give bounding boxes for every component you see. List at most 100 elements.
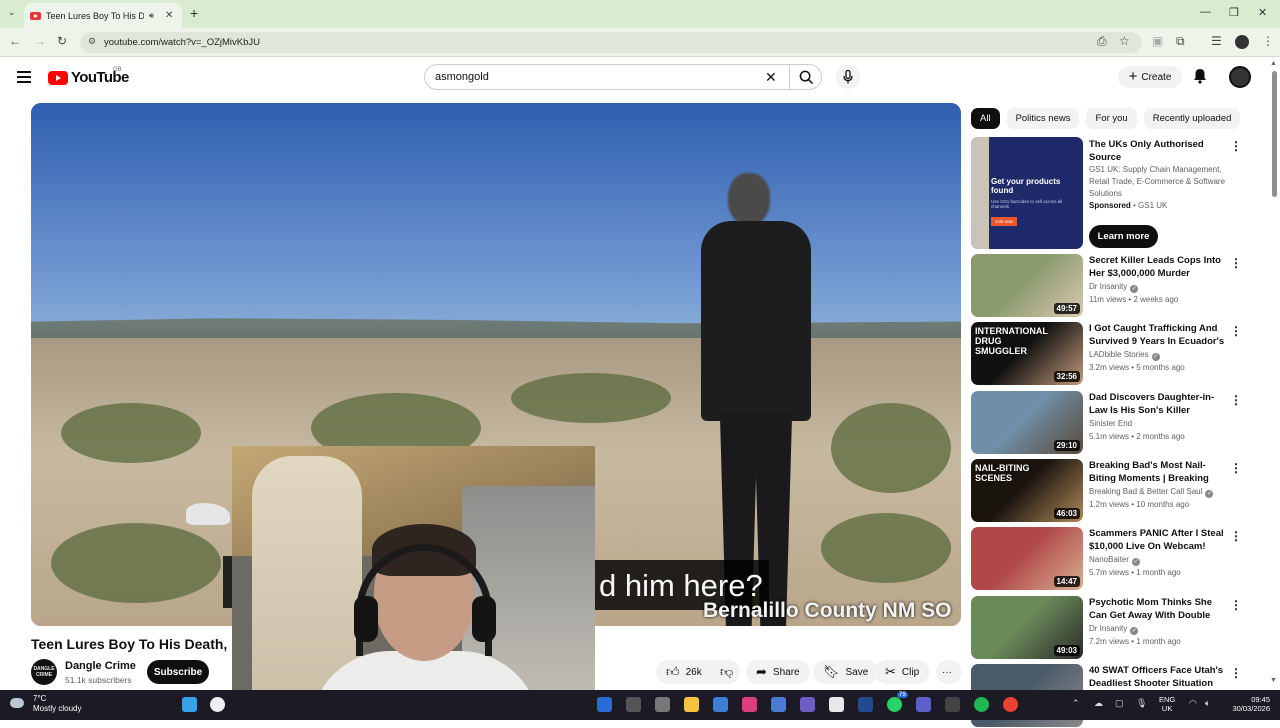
recommendation-item[interactable]: 49:57 Secret Killer Leads Cops Into Her $… [971, 254, 1251, 318]
windows-start-icon[interactable] [182, 697, 197, 712]
url-field[interactable]: ⚙︎ youtube.com/watch?v=_OZjMivKbJU [80, 32, 1142, 53]
cloud-icon[interactable]: ☁ [1094, 698, 1103, 709]
recommendation-title[interactable]: Psychotic Mom Thinks She Can Get Away Wi… [1089, 596, 1227, 622]
tab-search-icon[interactable]: ⌄ [8, 7, 16, 18]
channel-name[interactable]: Dangle Crime [65, 660, 136, 672]
voice-search-button[interactable] [836, 65, 860, 89]
tab-close-icon[interactable]: ✕ [165, 10, 173, 21]
profile-avatar-icon[interactable] [1235, 35, 1249, 49]
app-icon[interactable] [800, 697, 815, 712]
search-input[interactable]: asmongold [435, 71, 489, 83]
recommendation-title[interactable]: Scammers PANIC After I Steal $10,000 Liv… [1089, 527, 1227, 553]
recommendation-title[interactable]: Dad Discovers Daughter-in-Law Is His Son… [1089, 391, 1227, 417]
video-thumbnail[interactable]: 49:03 [971, 596, 1083, 659]
app-icon[interactable] [945, 697, 960, 712]
app-icon[interactable] [597, 697, 612, 712]
create-button[interactable]: + Create [1118, 66, 1182, 88]
tray-app-icon[interactable]: ▢ [1115, 698, 1124, 709]
video-thumbnail[interactable]: 29:10 [971, 391, 1083, 454]
app-icon[interactable] [858, 697, 873, 712]
volume-icon[interactable]: 🔈︎ [1205, 698, 1210, 709]
recommendation-channel[interactable]: Breaking Bad & Better Call Saul ✓ [1089, 487, 1214, 498]
recommendation-channel[interactable]: Sinister End [1089, 419, 1132, 428]
more-options-icon[interactable]: ⋮ [1230, 256, 1242, 270]
search-button[interactable] [789, 65, 823, 89]
youtube-logo[interactable]: YouTube GB [48, 67, 129, 86]
chip-politics-news[interactable]: Politics news [1006, 108, 1080, 129]
speaker-icon[interactable]: 🔊︎ [149, 11, 154, 21]
more-options-icon[interactable]: ⋮ [1230, 324, 1242, 338]
more-options-icon[interactable]: ⋮ [1230, 529, 1242, 543]
document-icon[interactable] [829, 697, 844, 712]
scroll-down-icon[interactable]: ▼ [1270, 677, 1277, 684]
chip-recently-uploaded[interactable]: Recently uploaded [1143, 108, 1241, 129]
taskbar-search-icon[interactable] [210, 697, 225, 712]
recommendation-title[interactable]: Secret Killer Leads Cops Into Her $3,000… [1089, 254, 1227, 280]
share-button[interactable]: ➦ Share [746, 660, 810, 684]
page-scrollbar[interactable]: ▲ ▼ [1268, 57, 1280, 690]
recommendation-title[interactable]: 40 SWAT Officers Face Utah's Deadliest S… [1089, 664, 1227, 690]
more-options-icon[interactable]: ⋮ [1230, 598, 1242, 612]
recommendation-title[interactable]: I Got Caught Trafficking And Survived 9 … [1089, 322, 1227, 348]
chip-for-you[interactable]: For you [1086, 108, 1137, 129]
recommendation-item[interactable]: 29:10 Dad Discovers Daughter-in-Law Is Hi… [971, 391, 1251, 455]
save-button[interactable]: 🔖︎ Save [813, 660, 879, 684]
video-thumbnail[interactable]: 49:57 [971, 254, 1083, 317]
video-thumbnail[interactable]: INTERNATIONAL DRUG SMUGGLER 32:56 [971, 322, 1083, 385]
whatsapp-icon[interactable] [887, 697, 902, 712]
install-app-icon[interactable]: ⎙ [1097, 34, 1107, 49]
ad-title[interactable]: The UKs Only Authorised Source [1089, 138, 1219, 164]
recommendation-item[interactable]: 49:03 Psychotic Mom Thinks She Can Get Aw… [971, 596, 1251, 660]
recommendation-item[interactable]: NAIL-BITING SCENES 46:03 Breaking Bad's Mo… [971, 459, 1251, 523]
app-icon[interactable] [655, 697, 670, 712]
language-indicator[interactable]: ENG UK [1159, 695, 1175, 713]
spotify-icon[interactable] [974, 697, 989, 712]
wifi-icon[interactable]: ◠ [1189, 698, 1197, 709]
reload-icon[interactable]: ↻ [57, 34, 67, 48]
reading-list-icon[interactable]: ☰ [1211, 34, 1222, 48]
tray-overflow-icon[interactable]: ⌃ [1072, 698, 1080, 709]
account-avatar[interactable] [1229, 66, 1251, 88]
clear-search-icon[interactable]: ✕ [765, 69, 777, 86]
microphone-tray-icon[interactable]: 🎙︎ [1136, 698, 1147, 709]
more-options-icon[interactable]: ⋮ [1230, 666, 1242, 680]
more-options-icon[interactable]: ⋮ [1230, 393, 1242, 407]
minimize-icon[interactable]: — [1200, 6, 1211, 18]
file-explorer-icon[interactable] [684, 697, 699, 712]
app-icon[interactable] [713, 697, 728, 712]
restore-icon[interactable]: ❐ [1229, 6, 1239, 19]
teams-icon[interactable] [916, 697, 931, 712]
channel-avatar[interactable]: DANGLE CRIME [31, 659, 57, 685]
browser-tab[interactable]: Teen Lures Boy To His Death 🔊︎ ✕ [24, 3, 182, 28]
recommendation-channel[interactable]: LADbible Stories ✓ [1089, 350, 1160, 361]
extensions-puzzle-icon[interactable]: ⧉ [1176, 34, 1185, 49]
more-options-icon[interactable]: ⋮ [1230, 461, 1242, 475]
chip-all[interactable]: All [971, 108, 1000, 129]
recommendation-channel[interactable]: NanoBaiter ✓ [1089, 555, 1141, 566]
app-icon[interactable] [626, 697, 641, 712]
scroll-up-icon[interactable]: ▲ [1270, 60, 1277, 67]
clock[interactable]: 09:45 30/03/2026 [1226, 695, 1270, 713]
extension-a-icon[interactable]: ▣ [1152, 34, 1163, 48]
notifications-bell-icon[interactable] [1193, 68, 1207, 84]
like-button[interactable]: 👍︎ 26k [656, 660, 710, 684]
search-box[interactable]: asmongold ✕ [424, 64, 822, 90]
hamburger-menu-icon[interactable] [17, 71, 31, 86]
ad-thumbnail[interactable]: Get your products found Use GS1 barcodes… [971, 137, 1083, 249]
learn-more-button[interactable]: Learn more [1089, 225, 1158, 248]
bookmark-star-icon[interactable]: ☆ [1119, 34, 1130, 48]
recommendation-title[interactable]: Breaking Bad's Most Nail-Biting Moments … [1089, 459, 1227, 485]
browser-menu-icon[interactable]: ⋮ [1262, 34, 1274, 48]
recommendation-channel[interactable]: Dr Insanity ✓ [1089, 282, 1139, 293]
video-thumbnail[interactable]: 14:47 [971, 527, 1083, 590]
video-thumbnail[interactable]: NAIL-BITING SCENES 46:03 [971, 459, 1083, 522]
calculator-icon[interactable] [771, 697, 786, 712]
clip-button[interactable]: ✂ Clip [875, 660, 930, 684]
window-close-icon[interactable]: ✕ [1258, 6, 1267, 19]
more-actions-button[interactable]: ··· [936, 660, 962, 684]
site-info-icon[interactable]: ⚙︎ [88, 36, 96, 47]
recommendation-item[interactable]: 14:47 Scammers PANIC After I Steal $10,00… [971, 527, 1251, 591]
recommendation-item[interactable]: INTERNATIONAL DRUG SMUGGLER 32:56 I Got Ca… [971, 322, 1251, 386]
new-tab-icon[interactable]: + [190, 5, 198, 21]
ad-more-icon[interactable]: ⋮ [1230, 139, 1242, 153]
